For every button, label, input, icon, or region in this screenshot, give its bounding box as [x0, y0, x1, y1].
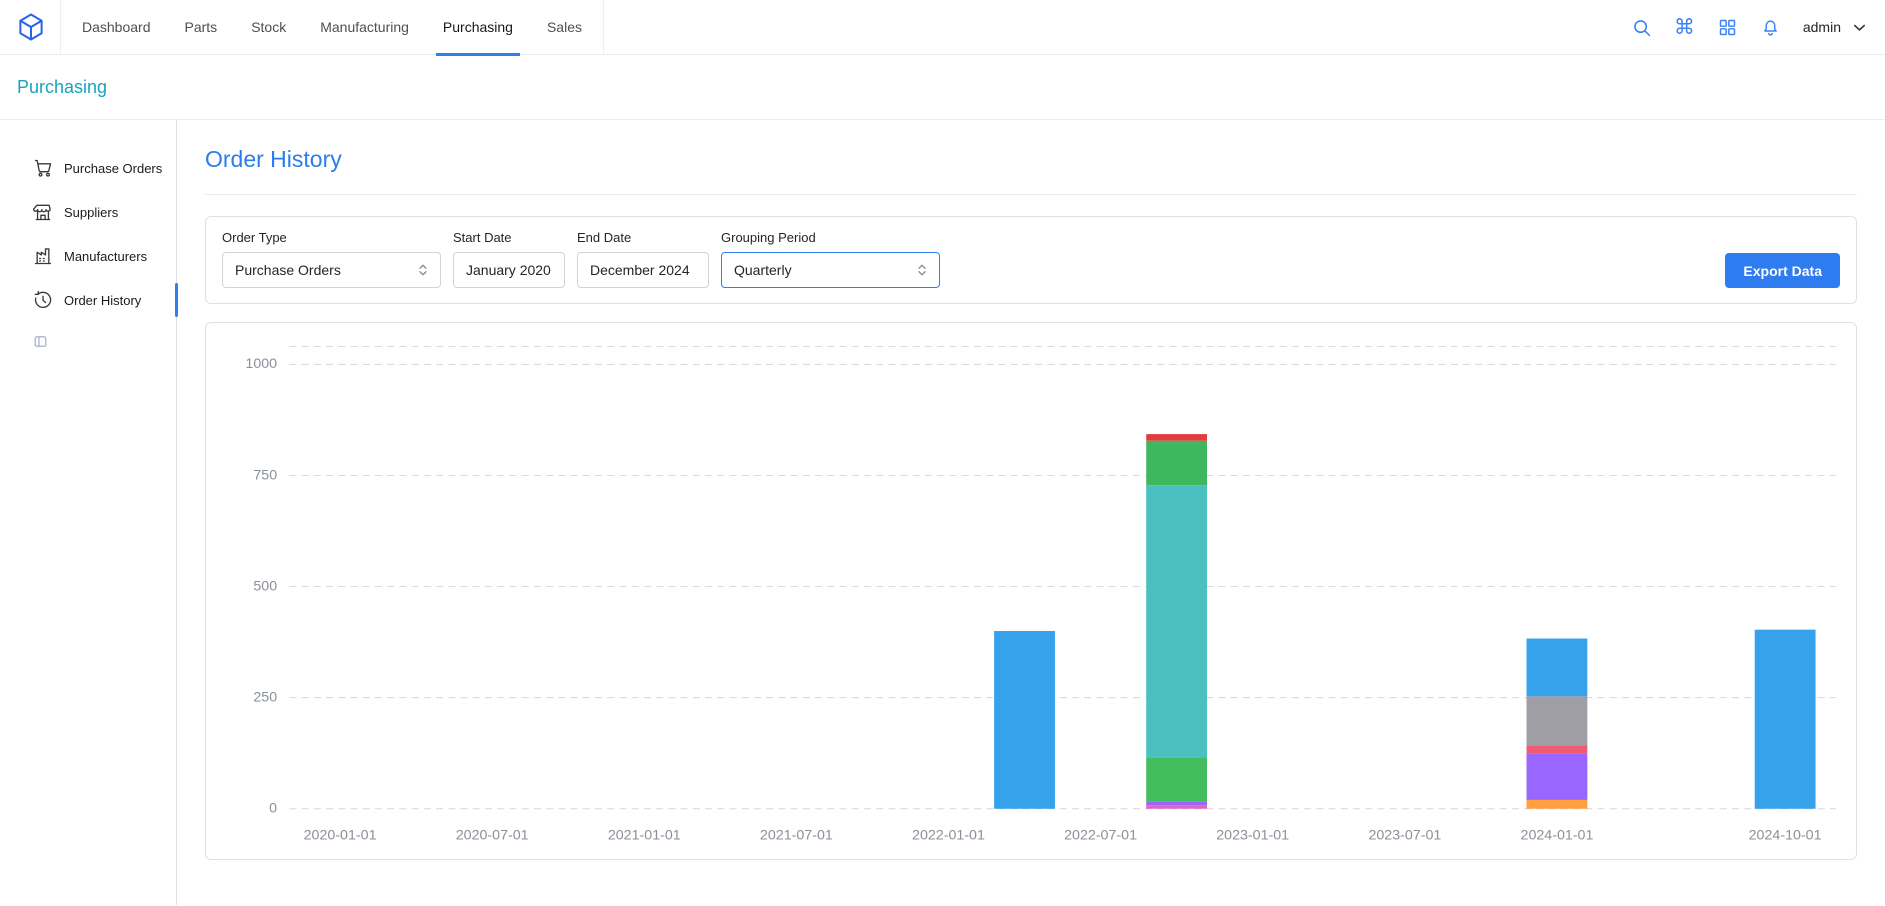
start-date-label: Start Date	[453, 230, 565, 245]
svg-text:2020-07-01: 2020-07-01	[456, 827, 529, 843]
sidebar-item-suppliers[interactable]: Suppliers	[0, 190, 176, 234]
svg-text:500: 500	[253, 578, 277, 594]
start-date-input[interactable]	[453, 252, 565, 288]
tab-parts[interactable]: Parts	[168, 0, 235, 55]
end-date-label: End Date	[577, 230, 709, 245]
factory-icon	[33, 246, 53, 266]
svg-text:2023-07-01: 2023-07-01	[1368, 827, 1441, 843]
grouping-period-select[interactable]: Quarterly	[721, 252, 940, 288]
order-type-label: Order Type	[222, 230, 441, 245]
sidebar-item-order-history[interactable]: Order History	[0, 278, 176, 322]
top-navbar: Dashboard Parts Stock Manufacturing Purc…	[0, 0, 1885, 55]
order-type-group: Order Type Purchase Orders	[222, 230, 441, 288]
sidebar-item-label: Purchase Orders	[64, 161, 162, 176]
chart-panel: 0 250 500 750 1000 2020-01-01 2020-07-01 2021-0…	[205, 322, 1857, 860]
user-menu[interactable]: admin	[1803, 18, 1869, 37]
svg-text:250: 250	[253, 689, 277, 705]
export-data-button[interactable]: Export Data	[1725, 253, 1840, 288]
svg-text:2021-01-01: 2021-01-01	[608, 827, 681, 843]
barcode-scan-icon[interactable]	[1717, 17, 1738, 38]
svg-text:2023-01-01: 2023-01-01	[1216, 827, 1289, 843]
sidebar-item-label: Suppliers	[64, 205, 118, 220]
collapse-sidebar-icon[interactable]	[33, 334, 48, 349]
tab-dashboard[interactable]: Dashboard	[65, 0, 168, 55]
main-panel: Order History Order Type Purchase Orders…	[177, 120, 1885, 905]
order-history-chart: 0 250 500 750 1000 2020-01-01 2020-07-01 2021-0…	[216, 335, 1846, 855]
svg-text:2024-10-01: 2024-10-01	[1749, 827, 1822, 843]
chevron-down-icon	[1850, 18, 1869, 37]
title-divider	[205, 194, 1857, 195]
order-type-select[interactable]: Purchase Orders	[222, 252, 441, 288]
order-type-value: Purchase Orders	[235, 262, 341, 278]
sidebar-item-label: Order History	[64, 293, 141, 308]
svg-text:2020-01-01: 2020-01-01	[304, 827, 377, 843]
svg-text:750: 750	[253, 467, 277, 483]
grouping-period-label: Grouping Period	[721, 230, 940, 245]
filter-panel: Order Type Purchase Orders Start Date En…	[205, 216, 1857, 304]
end-date-group: End Date	[577, 230, 709, 288]
breadcrumb: Purchasing	[0, 55, 1885, 120]
sidebar-item-manufacturers[interactable]: Manufacturers	[0, 234, 176, 278]
notifications-bell-icon[interactable]	[1760, 17, 1781, 38]
username-label: admin	[1803, 19, 1841, 35]
svg-text:1000: 1000	[245, 356, 277, 372]
navbar-actions: ⌘ admin	[1631, 17, 1869, 38]
select-chevrons-icon	[914, 262, 930, 278]
grouping-period-value: Quarterly	[734, 262, 792, 278]
svg-text:2022-01-01: 2022-01-01	[912, 827, 985, 843]
sidebar-item-label: Manufacturers	[64, 249, 147, 264]
breadcrumb-link-purchasing[interactable]: Purchasing	[17, 77, 107, 98]
end-date-input[interactable]	[577, 252, 709, 288]
page-title: Order History	[205, 146, 1857, 173]
svg-text:2022-07-01: 2022-07-01	[1064, 827, 1137, 843]
sidebar: Purchase Orders Suppliers Manufacturer	[0, 120, 177, 905]
svg-text:0: 0	[269, 800, 277, 816]
command-palette-icon[interactable]: ⌘	[1674, 17, 1695, 38]
tab-manufacturing[interactable]: Manufacturing	[303, 0, 426, 55]
tab-stock[interactable]: Stock	[234, 0, 303, 55]
svg-text:2024-01-01: 2024-01-01	[1521, 827, 1594, 843]
nav-tabs: Dashboard Parts Stock Manufacturing Purc…	[60, 0, 604, 55]
shopping-cart-icon	[33, 158, 53, 178]
svg-text:2021-07-01: 2021-07-01	[760, 827, 833, 843]
select-chevrons-icon	[415, 262, 431, 278]
sidebar-item-purchase-orders[interactable]: Purchase Orders	[0, 146, 176, 190]
tab-sales[interactable]: Sales	[530, 0, 599, 55]
store-icon	[33, 202, 53, 222]
history-clock-icon	[33, 290, 53, 310]
search-icon[interactable]	[1631, 17, 1652, 38]
start-date-group: Start Date	[453, 230, 565, 288]
tab-purchasing[interactable]: Purchasing	[426, 0, 530, 55]
app-logo-icon[interactable]	[16, 12, 46, 42]
grouping-period-group: Grouping Period Quarterly	[721, 230, 940, 288]
